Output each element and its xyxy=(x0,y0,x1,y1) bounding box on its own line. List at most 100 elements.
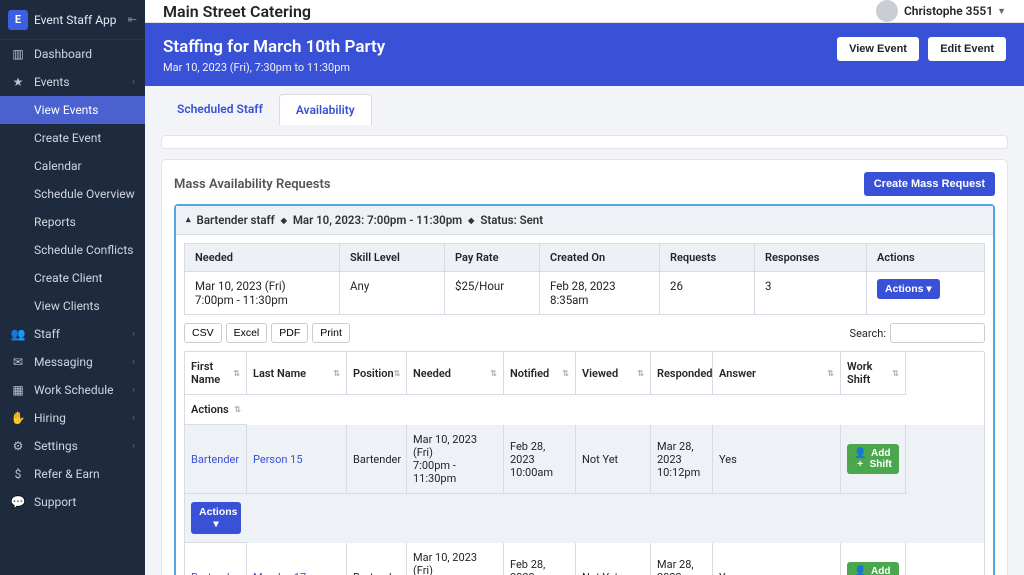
sidebar-item-label: Schedule Conflicts xyxy=(34,243,135,257)
summary-col-header: Skill Level xyxy=(340,244,445,272)
table-col-header[interactable]: Needed⇅ xyxy=(407,352,504,395)
sort-icon: ⇅ xyxy=(233,369,240,378)
user-name[interactable]: Christophe 3551 xyxy=(904,4,993,18)
chevron-right-icon: › xyxy=(132,385,135,395)
company-name: Main Street Catering xyxy=(163,2,876,21)
sidebar-collapse-icon[interactable]: ⇤ xyxy=(128,13,137,26)
sidebar-item-label: Schedule Overview xyxy=(34,187,135,201)
table-col-header[interactable]: First Name⇅ xyxy=(185,352,247,395)
app-name: Event Staff App xyxy=(34,13,128,27)
table-col-header[interactable]: Notified⇅ xyxy=(504,352,576,395)
sidebar-item-hiring[interactable]: ✋Hiring› xyxy=(0,404,145,432)
user-menu-caret-icon[interactable]: ▼ xyxy=(997,6,1006,17)
sort-icon: ⇅ xyxy=(394,369,401,378)
sidebar-item-work-schedule[interactable]: ▦Work Schedule› xyxy=(0,376,145,404)
sidebar-item-label: Staff xyxy=(34,327,132,341)
summary-requests: 26 xyxy=(660,272,755,314)
export-print-button[interactable]: Print xyxy=(312,323,350,343)
mass-requests-card: Mass Availability Requests Create Mass R… xyxy=(161,159,1008,575)
cell-notified: Feb 28, 202310:00am xyxy=(504,543,576,575)
last-name-link[interactable]: Person 15 xyxy=(253,453,340,466)
cell-work-shift: 👤+ Add Shift xyxy=(841,543,906,575)
first-name-link[interactable]: Bartender xyxy=(191,453,240,466)
sidebar-item-calendar[interactable]: Calendar xyxy=(0,152,145,180)
sidebar-item-create-event[interactable]: Create Event xyxy=(0,124,145,152)
search-input[interactable] xyxy=(890,323,985,343)
sidebar-item-view-events[interactable]: View Events xyxy=(0,96,145,124)
sidebar-item-staff[interactable]: 👥Staff› xyxy=(0,320,145,348)
add-shift-button[interactable]: 👤+ Add Shift xyxy=(847,444,899,474)
sidebar-item-view-clients[interactable]: View Clients xyxy=(0,292,145,320)
table-row: BartenderPerson 15BartenderMar 10, 2023 … xyxy=(185,425,984,543)
summary-needed: Mar 10, 2023 (Fri)7:00pm - 11:30pm xyxy=(185,272,340,314)
cell-actions: Actions ▾ xyxy=(185,494,247,543)
add-shift-button[interactable]: 👤+ Add Shift xyxy=(847,562,899,575)
row-actions-button[interactable]: Actions ▾ xyxy=(191,502,241,534)
table-col-header[interactable]: Responded⇅ xyxy=(651,352,713,395)
first-name-link[interactable]: Bartender xyxy=(191,571,240,575)
cell-position: Bartender xyxy=(347,543,407,575)
person-plus-icon: 👤+ xyxy=(854,566,866,575)
summary-created: Feb 28, 20238:35am xyxy=(540,272,660,314)
edit-event-button[interactable]: Edit Event xyxy=(928,37,1006,61)
avatar[interactable] xyxy=(876,0,898,22)
cell-needed: Mar 10, 2023 (Fri)7:00pm - 11:30pm xyxy=(407,543,504,575)
last-name-link[interactable]: Member17 xyxy=(253,571,340,575)
view-event-button[interactable]: View Event xyxy=(837,37,919,61)
sidebar-item-schedule-conflicts[interactable]: Schedule Conflicts xyxy=(0,236,145,264)
summary-col-header: Pay Rate xyxy=(445,244,540,272)
export-pdf-button[interactable]: PDF xyxy=(271,323,308,343)
app-badge: E xyxy=(8,10,28,30)
sidebar-item-label: Reports xyxy=(34,215,135,229)
export-excel-button[interactable]: Excel xyxy=(226,323,268,343)
page-title: Staffing for March 10th Party xyxy=(163,37,831,57)
summary-table: NeededSkill LevelPay RateCreated OnReque… xyxy=(184,243,985,315)
sort-icon: ⇅ xyxy=(637,369,644,378)
sidebar-item-messaging[interactable]: ✉Messaging› xyxy=(0,348,145,376)
table-col-header[interactable]: Position⇅ xyxy=(347,352,407,395)
table-col-header[interactable]: Work Shift⇅ xyxy=(841,352,906,395)
chevron-right-icon: › xyxy=(132,441,135,451)
sidebar-item-label: Hiring xyxy=(34,411,132,425)
summary-col-header: Created On xyxy=(540,244,660,272)
table-col-header[interactable]: Viewed⇅ xyxy=(576,352,651,395)
tab-scheduled-staff[interactable]: Scheduled Staff xyxy=(161,94,279,125)
cell-answer: Yes xyxy=(713,543,841,575)
panel-seg-status: Status: Sent xyxy=(480,213,543,227)
page-header: Staffing for March 10th Party Mar 10, 20… xyxy=(145,23,1024,86)
separator-icon: ◆ xyxy=(468,216,474,225)
sidebar-item-label: Refer & Earn xyxy=(34,467,135,481)
sidebar-item-schedule-overview[interactable]: Schedule Overview xyxy=(0,180,145,208)
cell-last-name: Person 15 xyxy=(247,425,347,494)
sidebar-item-label: View Events xyxy=(34,103,135,117)
sidebar-item-label: Create Event xyxy=(34,131,135,145)
menu-icon: $ xyxy=(10,467,26,481)
sidebar-item-label: Support xyxy=(34,495,135,509)
summary-actions-button[interactable]: Actions ▾ xyxy=(877,279,940,299)
summary-responses: 3 xyxy=(755,272,867,314)
sort-icon: ⇅ xyxy=(333,369,340,378)
sidebar-item-reports[interactable]: Reports xyxy=(0,208,145,236)
table-col-header[interactable]: Actions⇅ xyxy=(185,395,247,425)
table-col-header[interactable]: Last Name⇅ xyxy=(247,352,347,395)
sidebar-item-support[interactable]: 💬 Support xyxy=(0,488,145,516)
table-col-header[interactable]: Answer⇅ xyxy=(713,352,841,395)
cell-last-name: Member17 xyxy=(247,543,347,575)
sidebar-item-events[interactable]: ★Events› xyxy=(0,68,145,96)
create-mass-request-button[interactable]: Create Mass Request xyxy=(864,172,995,196)
export-csv-button[interactable]: CSV xyxy=(184,323,222,343)
export-bar: CSV Excel PDF Print Search: xyxy=(184,323,985,343)
menu-icon: 💬 xyxy=(10,495,26,509)
panel-header[interactable]: ▴ Bartender staff ◆ Mar 10, 2023: 7:00pm… xyxy=(176,206,993,235)
sidebar-item-refer-earn[interactable]: $ Refer & Earn xyxy=(0,460,145,488)
sidebar-item-dashboard[interactable]: ▥Dashboard xyxy=(0,40,145,68)
cell-needed: Mar 10, 2023 (Fri)7:00pm - 11:30pm xyxy=(407,425,504,494)
sidebar-item-create-client[interactable]: Create Client xyxy=(0,264,145,292)
tab-availability[interactable]: Availability xyxy=(279,94,372,125)
sidebar-item-label: Events xyxy=(34,75,132,89)
sidebar-item-settings[interactable]: ⚙Settings› xyxy=(0,432,145,460)
collapsed-section[interactable] xyxy=(161,135,1008,149)
cell-first-name: Bartender xyxy=(185,543,247,575)
cell-viewed: Not Yet xyxy=(576,425,651,494)
cell-viewed: Not Yet xyxy=(576,543,651,575)
